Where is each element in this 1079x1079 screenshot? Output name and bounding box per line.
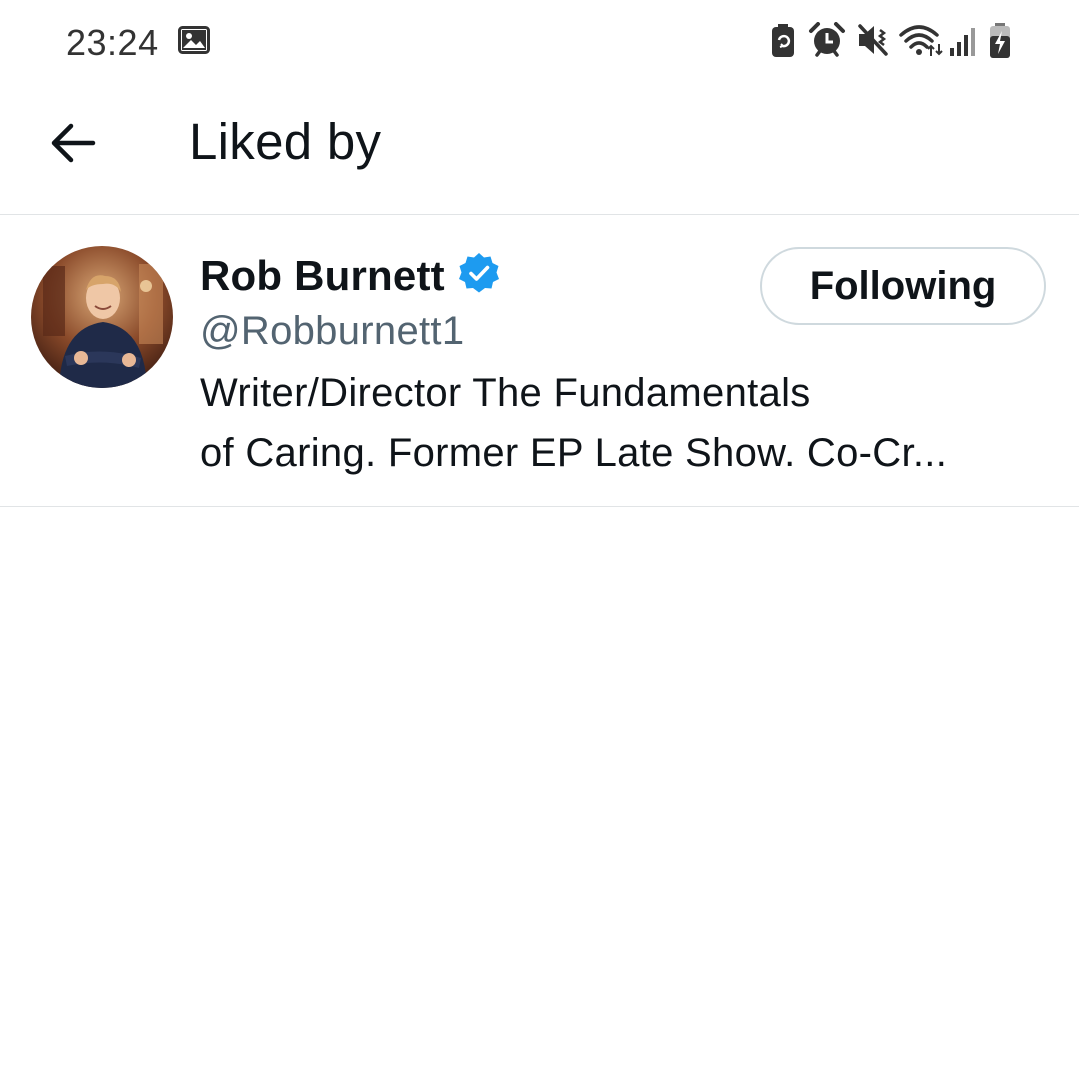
status-bar: 23:24 [0, 0, 1079, 84]
status-clock: 23:24 [66, 22, 159, 63]
bio-line: of Caring. Former EP Late Show. Co-Cr... [200, 431, 948, 475]
display-name: Rob Burnett [200, 251, 445, 299]
avatar[interactable] [31, 246, 173, 388]
vibrate-icon [856, 22, 890, 62]
bio-line: Writer/Director The Fundamentals [200, 371, 811, 415]
battery-charging-icon [988, 22, 1012, 62]
app-header: Liked by [0, 84, 1079, 215]
following-button[interactable]: Following [760, 247, 1046, 325]
page-title: Liked by [189, 113, 382, 170]
verified-badge-icon [457, 251, 501, 300]
arrow-left-icon [50, 123, 96, 168]
wifi-icon [898, 22, 944, 62]
back-button[interactable] [42, 114, 104, 176]
signal-icon [948, 22, 978, 62]
gallery-icon [178, 26, 210, 54]
user-name-line: Rob Burnett [200, 251, 501, 300]
user-bio: Writer/Director The Fundamentals of Cari… [200, 363, 1050, 483]
battery-saver-icon [770, 22, 796, 62]
alarm-icon [808, 22, 846, 62]
list-item[interactable]: Rob Burnett @Robburnett1 Writer/Director… [0, 215, 1079, 507]
user-handle: @Robburnett1 [200, 309, 465, 353]
